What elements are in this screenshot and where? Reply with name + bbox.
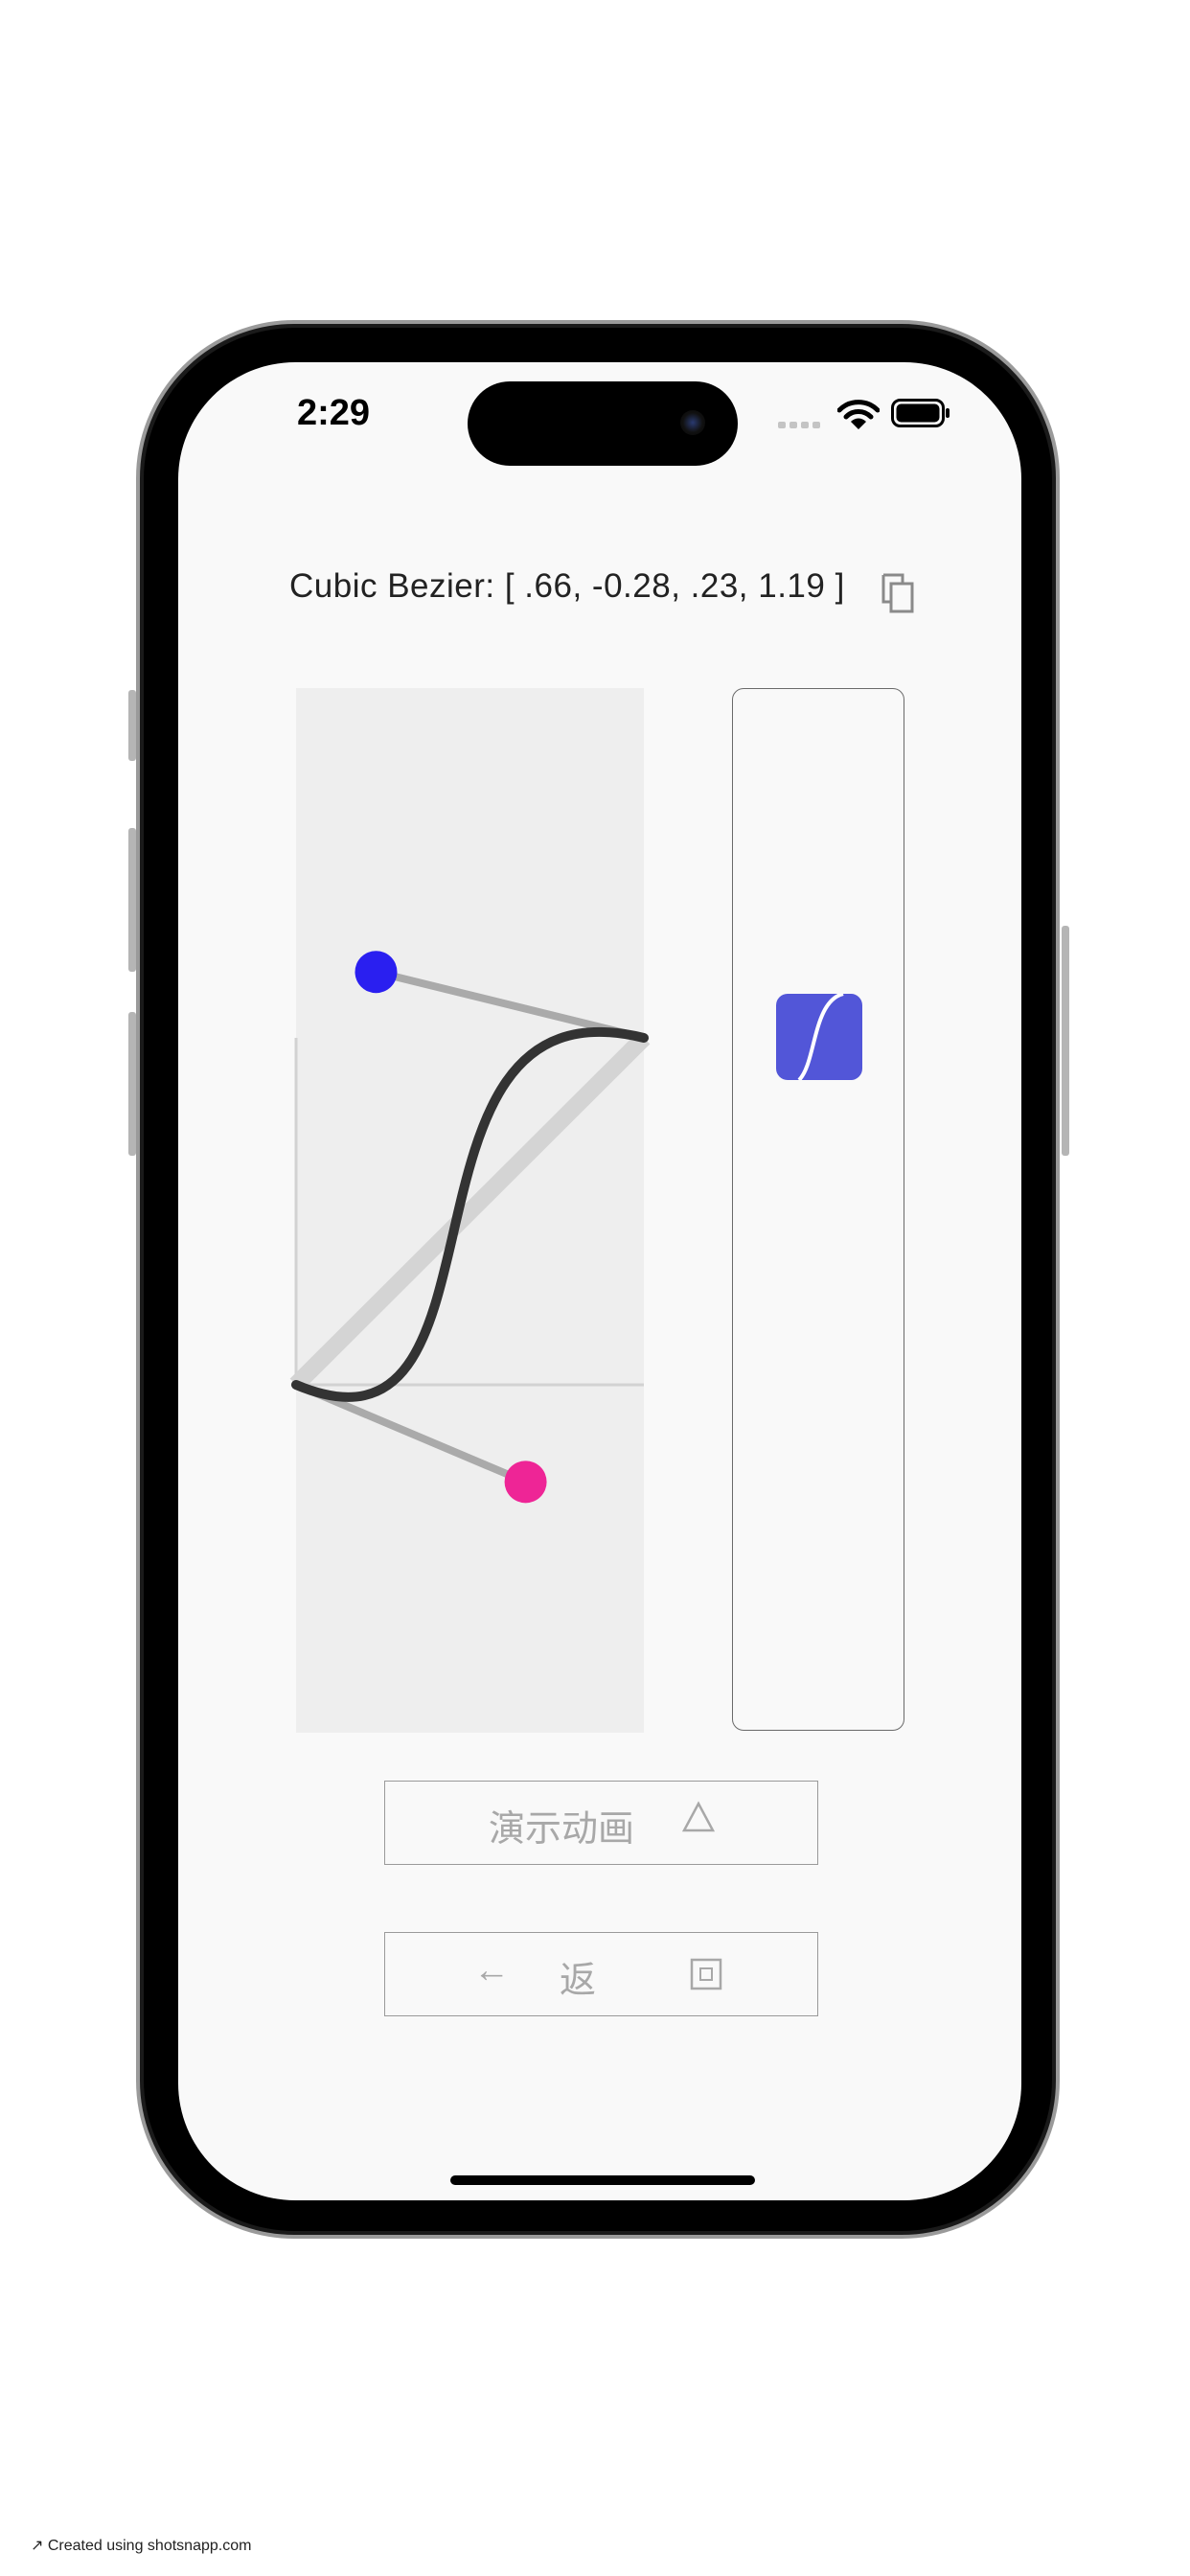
bezier-title: Cubic Bezier: [ .66, -0.28, .23, 1.19 ] bbox=[289, 567, 845, 605]
credit-text: ↗ Created using shotsnapp.com bbox=[31, 2538, 252, 2554]
square-icon bbox=[690, 1958, 722, 1990]
dynamic-island bbox=[468, 381, 738, 466]
camera-icon bbox=[680, 410, 705, 435]
linear-reference-line bbox=[289, 1031, 651, 1392]
play-animation-button[interactable]: 演示动画 bbox=[384, 1781, 818, 1865]
action-button bbox=[128, 690, 136, 761]
power-button bbox=[1062, 926, 1069, 1156]
easing-preview-square bbox=[776, 994, 862, 1080]
bezier-canvas[interactable] bbox=[289, 688, 651, 1733]
volume-up-button bbox=[128, 828, 136, 972]
bezier-editor[interactable] bbox=[289, 688, 651, 1733]
copy-icon[interactable] bbox=[880, 571, 918, 615]
p2-handle[interactable] bbox=[355, 951, 398, 994]
triangle-icon bbox=[682, 1801, 715, 1832]
p1-handle[interactable] bbox=[504, 1460, 547, 1504]
play-animation-label: 演示动画 bbox=[489, 1809, 635, 1850]
back-label: 返 bbox=[560, 1961, 597, 2001]
back-arrow-icon: ← bbox=[473, 1950, 510, 1990]
animation-preview bbox=[732, 688, 904, 1731]
app-screen: 2:29 Cubic Bezier: [ .66, -0.28, .23, 1.… bbox=[178, 362, 1021, 2200]
volume-down-button bbox=[128, 1012, 136, 1156]
signal-icon bbox=[778, 422, 820, 428]
home-indicator[interactable] bbox=[450, 2175, 755, 2185]
status-time: 2:29 bbox=[297, 393, 371, 433]
credit-label: Created using shotsnapp.com bbox=[47, 2538, 252, 2554]
wifi-icon bbox=[837, 400, 880, 429]
battery-icon bbox=[891, 399, 950, 427]
back-button[interactable]: ← 返 bbox=[384, 1932, 818, 2016]
